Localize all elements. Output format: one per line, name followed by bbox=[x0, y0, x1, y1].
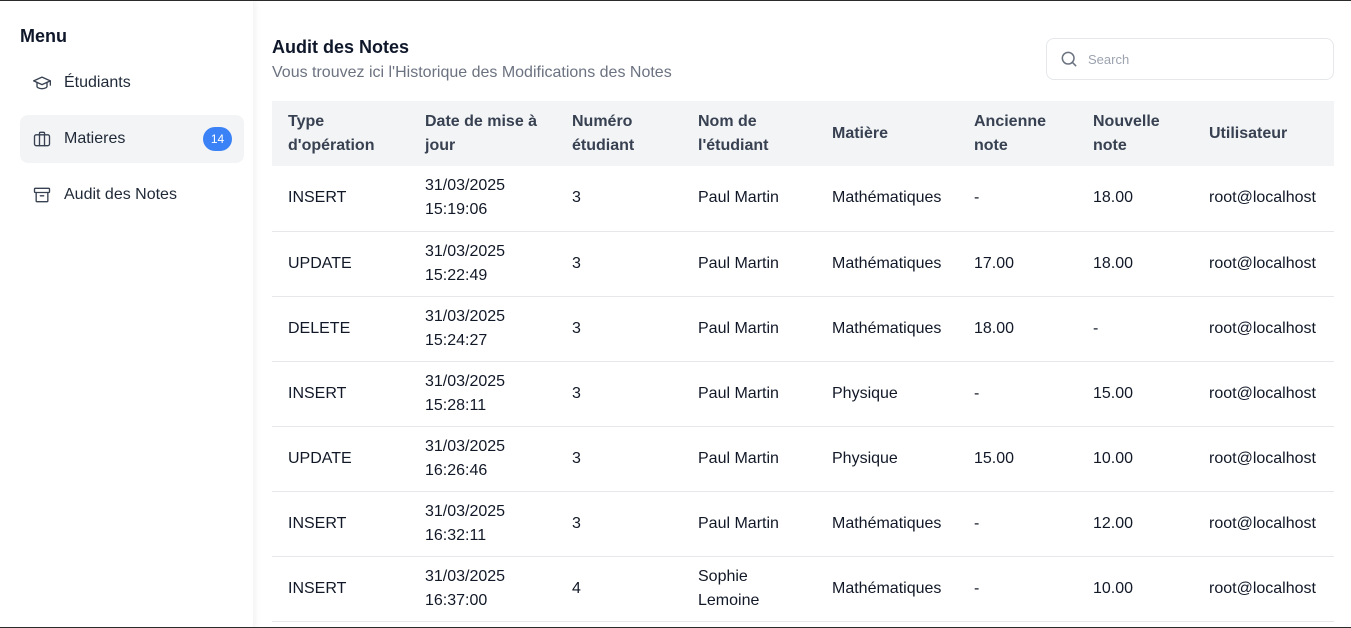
cell-numero-etudiant: 4 bbox=[572, 579, 581, 597]
cell-utilisateur: root@localhost bbox=[1209, 514, 1316, 532]
cell-date: 31/03/2025 16:37:00 bbox=[425, 567, 506, 609]
archive-icon bbox=[32, 185, 52, 205]
cell-nouvelle-note: - bbox=[1093, 319, 1099, 337]
table-body: INSERT 31/03/2025 15:19:06 3 Paul Martin Mat… bbox=[272, 166, 1334, 621]
cell-ancienne-note: - bbox=[974, 384, 980, 402]
cell-utilisateur: root@localhost bbox=[1209, 579, 1316, 597]
main-content: Audit des Notes Vous trouvez ici l'Histo… bbox=[272, 1, 1334, 627]
column-header-ancienne-note[interactable]: Ancienne note bbox=[958, 101, 1077, 166]
cell-ancienne-note: 15.00 bbox=[974, 449, 1015, 467]
sidebar: Menu Étudiants Matieres 14 Audit des Not… bbox=[0, 1, 253, 627]
sidebar-item-label: Étudiants bbox=[64, 74, 131, 91]
cell-type-operation: INSERT bbox=[288, 189, 347, 207]
search-box[interactable] bbox=[1046, 38, 1334, 80]
cell-date: 31/03/2025 16:32:11 bbox=[425, 502, 506, 544]
cell-type-operation: UPDATE bbox=[288, 449, 352, 467]
graduation-cap-icon bbox=[32, 73, 52, 93]
cell-date: 31/03/2025 15:22:49 bbox=[425, 242, 506, 284]
cell-matiere: Mathématiques bbox=[832, 189, 942, 207]
cell-date: 31/03/2025 15:28:11 bbox=[425, 372, 506, 414]
cell-utilisateur: root@localhost bbox=[1209, 449, 1316, 467]
count-badge: 14 bbox=[203, 127, 232, 151]
cell-nom-etudiant: Paul Martin bbox=[698, 514, 779, 532]
table-row[interactable]: INSERT 31/03/2025 16:32:11 3 Paul Martin Mat… bbox=[272, 491, 1334, 556]
cell-type-operation: DELETE bbox=[288, 319, 351, 337]
table-row[interactable]: UPDATE 31/03/2025 16:26:46 3 Paul Martin Phy… bbox=[272, 426, 1334, 491]
cell-type-operation: INSERT bbox=[288, 514, 347, 532]
cell-date: 31/03/2025 16:26:46 bbox=[425, 437, 506, 479]
column-header-numero-etudiant[interactable]: Numéro étudiant bbox=[556, 101, 682, 166]
cell-numero-etudiant: 3 bbox=[572, 319, 581, 337]
cell-nouvelle-note: 12.00 bbox=[1093, 514, 1134, 532]
app-frame: Menu Étudiants Matieres 14 Audit des Not… bbox=[0, 0, 1351, 628]
cell-matiere: Mathématiques bbox=[832, 579, 942, 597]
menu-title: Menu bbox=[20, 26, 67, 46]
cell-ancienne-note: - bbox=[974, 189, 980, 207]
briefcase-icon bbox=[32, 129, 52, 149]
sidebar-item-label: Audit des Notes bbox=[64, 186, 177, 203]
cell-ancienne-note: 17.00 bbox=[974, 254, 1015, 272]
cell-matiere: Mathématiques bbox=[832, 319, 942, 337]
cell-matiere: Mathématiques bbox=[832, 514, 942, 532]
cell-nouvelle-note: 10.00 bbox=[1093, 579, 1134, 597]
table-row[interactable]: INSERT 31/03/2025 15:19:06 3 Paul Martin Mat… bbox=[272, 166, 1334, 231]
column-header-matiere[interactable]: Matière bbox=[816, 101, 958, 166]
cell-type-operation: INSERT bbox=[288, 384, 347, 402]
table-row[interactable]: INSERT 31/03/2025 16:37:00 4 Sophie Lemoine… bbox=[272, 556, 1334, 621]
cell-nom-etudiant: Sophie Lemoine bbox=[698, 567, 760, 609]
cell-matiere: Mathématiques bbox=[832, 254, 942, 272]
cell-numero-etudiant: 3 bbox=[572, 514, 581, 532]
cell-nom-etudiant: Paul Martin bbox=[698, 254, 779, 272]
cell-utilisateur: root@localhost bbox=[1209, 319, 1316, 337]
cell-date: 31/03/2025 15:19:06 bbox=[425, 177, 506, 219]
cell-numero-etudiant: 3 bbox=[572, 384, 581, 402]
cell-utilisateur: root@localhost bbox=[1209, 254, 1316, 272]
cell-utilisateur: root@localhost bbox=[1209, 189, 1316, 207]
cell-numero-etudiant: 3 bbox=[572, 254, 581, 272]
cell-nom-etudiant: Paul Martin bbox=[698, 189, 779, 207]
table-header: Type d'opération Date de mise à jour Num… bbox=[272, 101, 1334, 166]
table-row[interactable]: INSERT 31/03/2025 15:28:11 3 Paul Martin Phy… bbox=[272, 361, 1334, 426]
sidebar-item-label: Matieres bbox=[64, 130, 126, 147]
column-header-nom-etudiant[interactable]: Nom de l'étudiant bbox=[682, 101, 816, 166]
cell-nom-etudiant: Paul Martin bbox=[698, 319, 779, 337]
column-header-nouvelle-note[interactable]: Nouvelle note bbox=[1077, 101, 1193, 166]
table-row[interactable]: UPDATE 31/03/2025 15:22:49 3 Paul Martin Mat… bbox=[272, 231, 1334, 296]
search-input[interactable] bbox=[1088, 51, 1318, 67]
cell-type-operation: UPDATE bbox=[288, 254, 352, 272]
cell-ancienne-note: - bbox=[974, 579, 980, 597]
cell-ancienne-note: - bbox=[974, 514, 980, 532]
cell-numero-etudiant: 3 bbox=[572, 189, 581, 207]
cell-nouvelle-note: 15.00 bbox=[1093, 384, 1134, 402]
cell-utilisateur: root@localhost bbox=[1209, 384, 1316, 402]
sidebar-item-audit-des-notes[interactable]: Audit des Notes bbox=[20, 171, 244, 219]
column-header-date-mise-a-jour[interactable]: Date de mise à jour bbox=[409, 101, 556, 166]
page-subtitle: Vous trouvez ici l'Historique des Modifi… bbox=[272, 64, 672, 81]
search-icon bbox=[1059, 49, 1079, 69]
table-row[interactable]: DELETE 31/03/2025 15:24:27 3 Paul Martin Mat… bbox=[272, 296, 1334, 361]
cell-matiere: Physique bbox=[832, 384, 898, 402]
sidebar-item-etudiants[interactable]: Étudiants bbox=[20, 59, 244, 107]
page-title: Audit des Notes bbox=[272, 37, 410, 57]
audit-table: Type d'opération Date de mise à jour Num… bbox=[272, 101, 1334, 622]
sidebar-item-matieres[interactable]: Matieres 14 bbox=[20, 115, 244, 163]
cell-type-operation: INSERT bbox=[288, 579, 347, 597]
cell-nom-etudiant: Paul Martin bbox=[698, 384, 779, 402]
cell-nouvelle-note: 18.00 bbox=[1093, 254, 1134, 272]
header-row: Type d'opération Date de mise à jour Num… bbox=[272, 101, 1334, 166]
column-header-type-operation[interactable]: Type d'opération bbox=[272, 101, 409, 166]
column-header-utilisateur[interactable]: Utilisateur bbox=[1193, 101, 1334, 166]
cell-date: 31/03/2025 15:24:27 bbox=[425, 307, 506, 349]
cell-matiere: Physique bbox=[832, 449, 898, 467]
cell-nom-etudiant: Paul Martin bbox=[698, 449, 779, 467]
cell-nouvelle-note: 10.00 bbox=[1093, 449, 1134, 467]
cell-nouvelle-note: 18.00 bbox=[1093, 189, 1134, 207]
cell-numero-etudiant: 3 bbox=[572, 449, 581, 467]
cell-ancienne-note: 18.00 bbox=[974, 319, 1015, 337]
